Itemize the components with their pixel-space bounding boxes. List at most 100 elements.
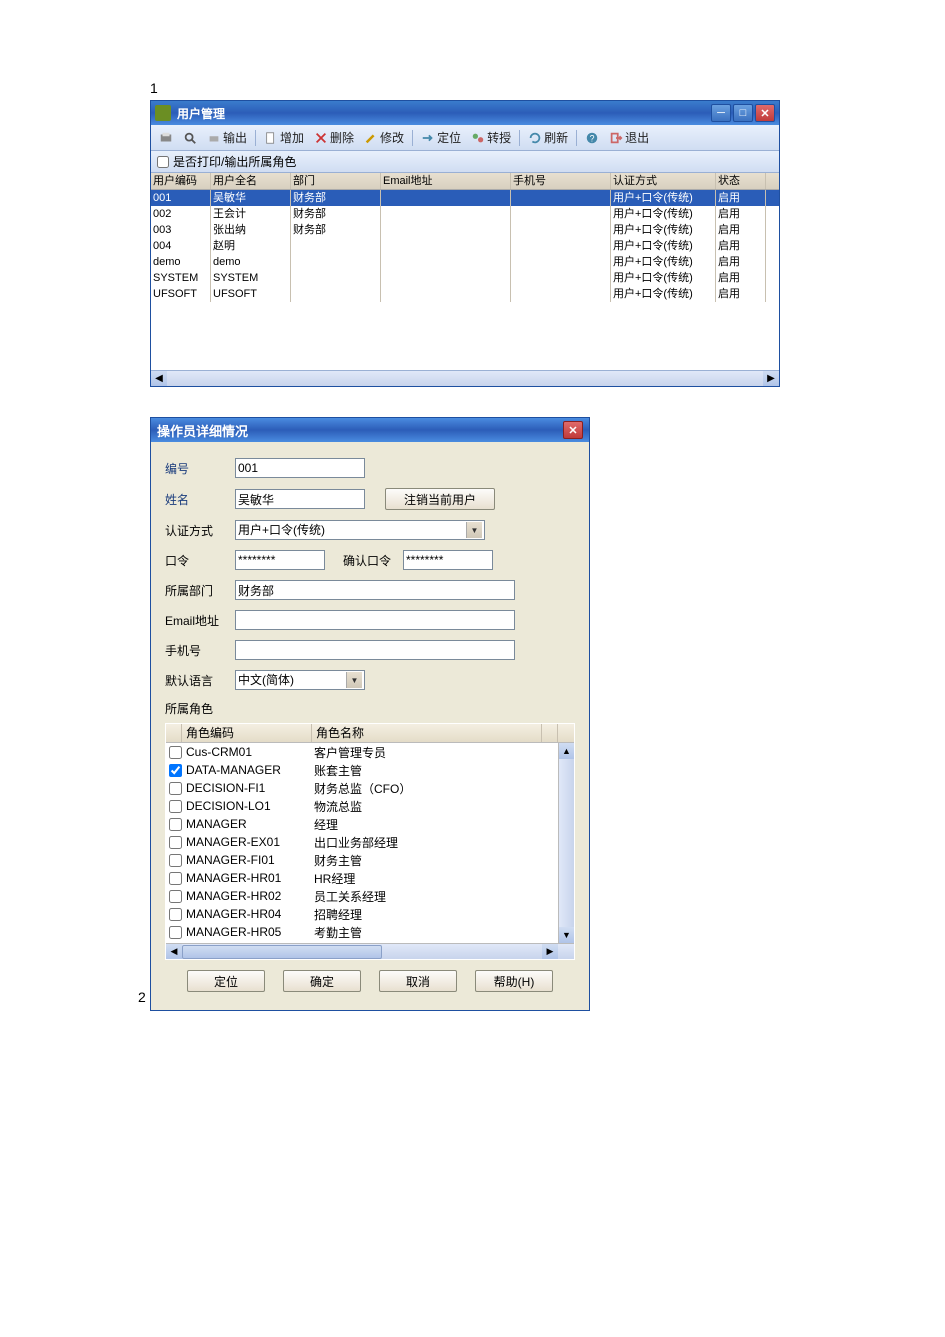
- role-checkbox[interactable]: [169, 926, 182, 939]
- role-checkbox[interactable]: [169, 872, 182, 885]
- locate-button[interactable]: 定位: [417, 127, 465, 148]
- confirm-pwd-field[interactable]: [403, 550, 493, 570]
- roles-section-label: 所属角色: [165, 700, 575, 717]
- name-label: 姓名: [165, 491, 235, 508]
- role-body[interactable]: Cus-CRM01客户管理专员DATA-MANAGER账套主管DECISION-…: [166, 743, 574, 943]
- pwd-field[interactable]: [235, 550, 325, 570]
- cell: [381, 238, 511, 254]
- role-row[interactable]: DECISION-LO1物流总监: [166, 797, 574, 815]
- refresh-button[interactable]: 刷新: [524, 127, 572, 148]
- phone-field[interactable]: [235, 640, 515, 660]
- output-button[interactable]: 输出: [203, 127, 251, 148]
- table-row[interactable]: 003张出纳财务部用户+口令(传统)启用: [151, 222, 779, 238]
- minimize-button[interactable]: ─: [711, 104, 731, 122]
- role-row[interactable]: DATA-MANAGER账套主管: [166, 761, 574, 779]
- role-row[interactable]: Cus-CRM01客户管理专员: [166, 743, 574, 761]
- scroll-right-icon[interactable]: ▶: [542, 944, 558, 959]
- maximize-button[interactable]: □: [733, 104, 753, 122]
- preview-button[interactable]: [179, 129, 201, 147]
- col-role-name[interactable]: 角色名称: [312, 724, 542, 742]
- table-row[interactable]: demodemo用户+口令(传统)启用: [151, 254, 779, 270]
- help-button[interactable]: ?: [581, 129, 603, 147]
- sub-toolbar: 是否打印/输出所属角色: [151, 151, 779, 173]
- auth-label: 认证方式: [165, 522, 235, 539]
- role-checkbox[interactable]: [169, 836, 182, 849]
- cell: 启用: [716, 238, 766, 254]
- role-checkbox[interactable]: [169, 890, 182, 903]
- role-checkbox[interactable]: [169, 854, 182, 867]
- auth-select[interactable]: 用户+口令(传统): [235, 520, 485, 540]
- cell: demo: [211, 254, 291, 270]
- figure-number-1: 1: [150, 80, 945, 96]
- help-button[interactable]: 帮助(H): [475, 970, 553, 992]
- add-button[interactable]: 增加: [260, 127, 308, 148]
- email-field[interactable]: [235, 610, 515, 630]
- lang-select[interactable]: 中文(简体): [235, 670, 365, 690]
- horizontal-scrollbar[interactable]: ◀ ▶: [151, 370, 779, 386]
- col-user-name[interactable]: 用户全名: [211, 173, 291, 189]
- scroll-left-icon[interactable]: ◀: [151, 371, 167, 386]
- role-vertical-scrollbar[interactable]: ▲ ▼: [558, 743, 574, 943]
- dept-field[interactable]: [235, 580, 515, 600]
- scroll-thumb[interactable]: [182, 945, 382, 959]
- col-role-code[interactable]: 角色编码: [182, 724, 312, 742]
- scroll-right-icon[interactable]: ▶: [763, 371, 779, 386]
- role-checkbox[interactable]: [169, 818, 182, 831]
- close-button[interactable]: ✕: [755, 104, 775, 122]
- cell: 财务部: [291, 190, 381, 206]
- print-roles-checkbox[interactable]: [157, 156, 169, 168]
- role-code: MANAGER-HR04: [184, 907, 312, 921]
- col-user-id[interactable]: 用户编码: [151, 173, 211, 189]
- col-dept[interactable]: 部门: [291, 173, 381, 189]
- role-row[interactable]: MANAGER-HR04招聘经理: [166, 905, 574, 923]
- cell: [511, 238, 611, 254]
- role-checkbox[interactable]: [169, 782, 182, 795]
- table-row[interactable]: 002王会计财务部用户+口令(传统)启用: [151, 206, 779, 222]
- role-row[interactable]: MANAGER-FI01财务主管: [166, 851, 574, 869]
- role-checkbox[interactable]: [169, 800, 182, 813]
- scroll-up-icon[interactable]: ▲: [559, 743, 574, 759]
- role-row[interactable]: MANAGER-HR01HR经理: [166, 869, 574, 887]
- role-checkbox[interactable]: [169, 908, 182, 921]
- role-name: 员工关系经理: [312, 888, 542, 905]
- modify-button[interactable]: 修改: [360, 127, 408, 148]
- cell: 启用: [716, 222, 766, 238]
- locate-button[interactable]: 定位: [187, 970, 265, 992]
- deregister-button[interactable]: 注销当前用户: [385, 488, 495, 510]
- role-row[interactable]: MANAGER经理: [166, 815, 574, 833]
- table-row[interactable]: SYSTEMSYSTEM用户+口令(传统)启用: [151, 270, 779, 286]
- cell: [291, 254, 381, 270]
- scroll-left-icon[interactable]: ◀: [166, 944, 182, 959]
- grid-body[interactable]: 001吴敏华财务部用户+口令(传统)启用002王会计财务部用户+口令(传统)启用…: [151, 190, 779, 370]
- role-horizontal-scrollbar[interactable]: ◀ ▶: [166, 943, 574, 959]
- table-row[interactable]: 004赵明用户+口令(传统)启用: [151, 238, 779, 254]
- role-row[interactable]: MANAGER-HR05考勤主管: [166, 923, 574, 941]
- role-row[interactable]: DECISION-FI1财务总监（CFO）: [166, 779, 574, 797]
- table-row[interactable]: 001吴敏华财务部用户+口令(传统)启用: [151, 190, 779, 206]
- name-field[interactable]: [235, 489, 365, 509]
- dialog-close-button[interactable]: ✕: [563, 421, 583, 439]
- col-email[interactable]: Email地址: [381, 173, 511, 189]
- id-field[interactable]: [235, 458, 365, 478]
- col-status[interactable]: 状态: [716, 173, 766, 189]
- role-name: 招聘经理: [312, 906, 542, 923]
- delete-button[interactable]: 删除: [310, 127, 358, 148]
- user-grid: 用户编码 用户全名 部门 Email地址 手机号 认证方式 状态 001吴敏华财…: [151, 173, 779, 370]
- role-checkbox[interactable]: [169, 746, 182, 759]
- exit-button[interactable]: 退出: [605, 127, 653, 148]
- cell: [381, 270, 511, 286]
- col-auth[interactable]: 认证方式: [611, 173, 716, 189]
- ok-button[interactable]: 确定: [283, 970, 361, 992]
- role-row[interactable]: MANAGER-EX01出口业务部经理: [166, 833, 574, 851]
- cancel-button[interactable]: 取消: [379, 970, 457, 992]
- scroll-down-icon[interactable]: ▼: [559, 927, 574, 943]
- cell: UFSOFT: [151, 286, 211, 302]
- cell: 王会计: [211, 206, 291, 222]
- role-row[interactable]: MANAGER-HR02员工关系经理: [166, 887, 574, 905]
- role-checkbox[interactable]: [169, 764, 182, 777]
- print-set-button[interactable]: [155, 129, 177, 147]
- cell: 001: [151, 190, 211, 206]
- table-row[interactable]: UFSOFTUFSOFT用户+口令(传统)启用: [151, 286, 779, 302]
- col-phone[interactable]: 手机号: [511, 173, 611, 189]
- transfer-button[interactable]: 转授: [467, 127, 515, 148]
